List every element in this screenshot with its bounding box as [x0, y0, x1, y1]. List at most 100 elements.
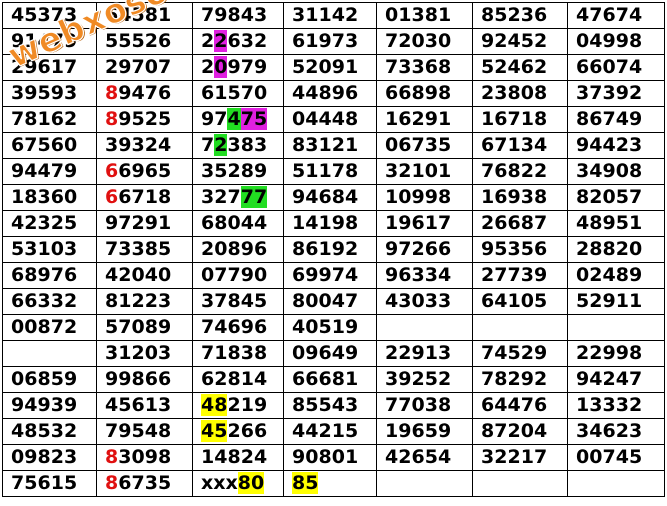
highlighted-digit: 6	[105, 160, 119, 182]
grid-row: 94479 66965 35289 51178 32101 76822 34908	[2, 158, 665, 185]
number-cell	[472, 314, 568, 341]
highlighted-digit: 4	[227, 108, 241, 130]
number-cell: 76822	[472, 158, 568, 185]
number-cell: 78292	[472, 366, 568, 393]
grid-row: 18360 66718 32777 94684 10998 16938 82057	[2, 184, 665, 211]
number-cell: 32217	[472, 444, 568, 471]
number-cell: 35289	[192, 158, 284, 185]
number-cell: 34623	[567, 418, 665, 445]
number-cell: 18360	[2, 184, 97, 211]
grid-row: 29617 29707 20979 52091 73368 52462 66074	[2, 54, 665, 81]
number-cell: 74529	[472, 340, 568, 367]
number-cell: 13332	[567, 392, 665, 419]
number-cell: 29707	[96, 54, 193, 81]
highlighted-digit: 7	[240, 108, 254, 130]
grid-row: 68976 42040 07790 69974 96334 27739 02489	[2, 262, 665, 289]
number-cell: 27739	[472, 262, 568, 289]
number-cell: 16718	[472, 106, 568, 133]
number-cell: 06859	[2, 366, 97, 393]
number-cell: 32777	[192, 184, 284, 211]
number-cell: 51178	[283, 158, 377, 185]
number-cell: 66965	[96, 158, 193, 185]
number-cell: 61973	[283, 28, 377, 55]
number-cell: 74696	[192, 314, 284, 341]
number-cell: 09823	[2, 444, 97, 471]
number-cell: 66718	[96, 184, 193, 211]
number-cell: 53103	[2, 236, 97, 263]
number-cell: 19617	[376, 210, 473, 237]
number-cell: 99866	[96, 366, 193, 393]
number-cell: 95356	[472, 236, 568, 263]
number-cell: 48532	[2, 418, 97, 445]
number-cell: 40519	[283, 314, 377, 341]
number-cell	[567, 470, 665, 497]
number-cell: 81223	[96, 288, 193, 315]
number-cell: 85	[283, 470, 377, 497]
grid-row: 39593 89476 61570 44896 66898 23808 37392	[2, 80, 665, 107]
number-cell: 69974	[283, 262, 377, 289]
number-cell: 55526	[96, 28, 193, 55]
number-cell: 96334	[376, 262, 473, 289]
number-cell: 75615	[2, 470, 97, 497]
number-cell: 57089	[96, 314, 193, 341]
number-cell: 42654	[376, 444, 473, 471]
number-cell: 64105	[472, 288, 568, 315]
number-cell: 64581	[96, 2, 193, 29]
number-cell: 83121	[283, 132, 377, 159]
highlighted-digit: 8	[105, 82, 119, 104]
number-cell: 28820	[567, 236, 665, 263]
number-cell: 45373	[2, 2, 97, 29]
grid-row: 42325 97291 68044 14198 19617 26687 48951	[2, 210, 665, 237]
grid-row: 53103 73385 20896 86192 97266 95356 28820	[2, 236, 665, 263]
number-cell: 42040	[96, 262, 193, 289]
highlighted-digit: 8	[292, 472, 306, 494]
grid-row: 09823 83098 14824 90801 42654 32217 00745	[2, 444, 665, 471]
number-cell: 86749	[567, 106, 665, 133]
number-cell: 68044	[192, 210, 284, 237]
highlighted-digit: 8	[105, 446, 119, 468]
grid-row: 78162 89525 97475 04448 16291 16718 86749	[2, 106, 665, 133]
grid-row: 67560 39324 72383 83121 06735 67134 94423	[2, 132, 665, 159]
grid-body: 45373 64581 79843 31142 01381 85236 47674 91479…	[2, 2, 665, 497]
highlighted-digit: 0	[251, 472, 265, 494]
grid-row: 91479 55526 22632 61973 72030 92452 04998	[2, 28, 665, 55]
number-cell: 66074	[567, 54, 665, 81]
number-cell: 19659	[376, 418, 473, 445]
number-cell	[2, 340, 97, 367]
lottery-number-board: 45373 64581 79843 31142 01381 85236 47674 91479…	[0, 0, 667, 506]
highlighted-digit: 8	[105, 108, 119, 130]
number-cell: 64476	[472, 392, 568, 419]
number-cell	[567, 314, 665, 341]
number-cell: 44215	[283, 418, 377, 445]
highlighted-digit: 2	[214, 134, 228, 156]
highlighted-digit: 2	[214, 30, 228, 52]
number-cell: 79843	[192, 2, 284, 29]
number-cell: 97291	[96, 210, 193, 237]
number-cell: 45266	[192, 418, 284, 445]
number-cell: 80047	[283, 288, 377, 315]
number-cell: 82057	[567, 184, 665, 211]
number-cell	[376, 314, 473, 341]
number-cell: 91479	[2, 28, 97, 55]
number-cell: 61570	[192, 80, 284, 107]
highlighted-digit: 7	[253, 186, 268, 208]
grid-row: 06859 99866 62814 66681 39252 78292 94247	[2, 366, 665, 393]
number-cell: 62814	[192, 366, 284, 393]
number-cell: 02489	[567, 262, 665, 289]
number-cell: 92452	[472, 28, 568, 55]
number-cell: 34908	[567, 158, 665, 185]
number-cell: 66332	[2, 288, 97, 315]
number-cell: 71838	[192, 340, 284, 367]
number-cell: 52911	[567, 288, 665, 315]
number-cell: 00872	[2, 314, 97, 341]
number-cell: 14824	[192, 444, 284, 471]
highlighted-digit: 4	[201, 420, 215, 442]
number-cell: 52462	[472, 54, 568, 81]
number-cell: 20979	[192, 54, 284, 81]
number-cell: 67134	[472, 132, 568, 159]
number-cell: 26687	[472, 210, 568, 237]
number-cell: 01381	[376, 2, 473, 29]
number-cell: 06735	[376, 132, 473, 159]
number-cell: 94479	[2, 158, 97, 185]
number-cell: 00745	[567, 444, 665, 471]
